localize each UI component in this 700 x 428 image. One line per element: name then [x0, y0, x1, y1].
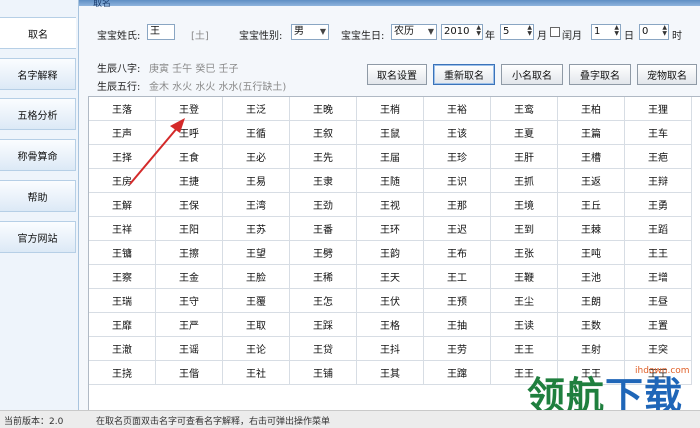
status-bar: 当前版本：2.0 在取名页面双击名字可查看名字解释，右击可弹出操作菜单: [0, 410, 700, 428]
version-text: 当前版本：2.0: [4, 417, 64, 427]
tip-text: 在取名页面双击名字可查看名字解释，右击可弹出操作菜单: [96, 417, 331, 427]
red-arrow-icon: [129, 118, 185, 185]
